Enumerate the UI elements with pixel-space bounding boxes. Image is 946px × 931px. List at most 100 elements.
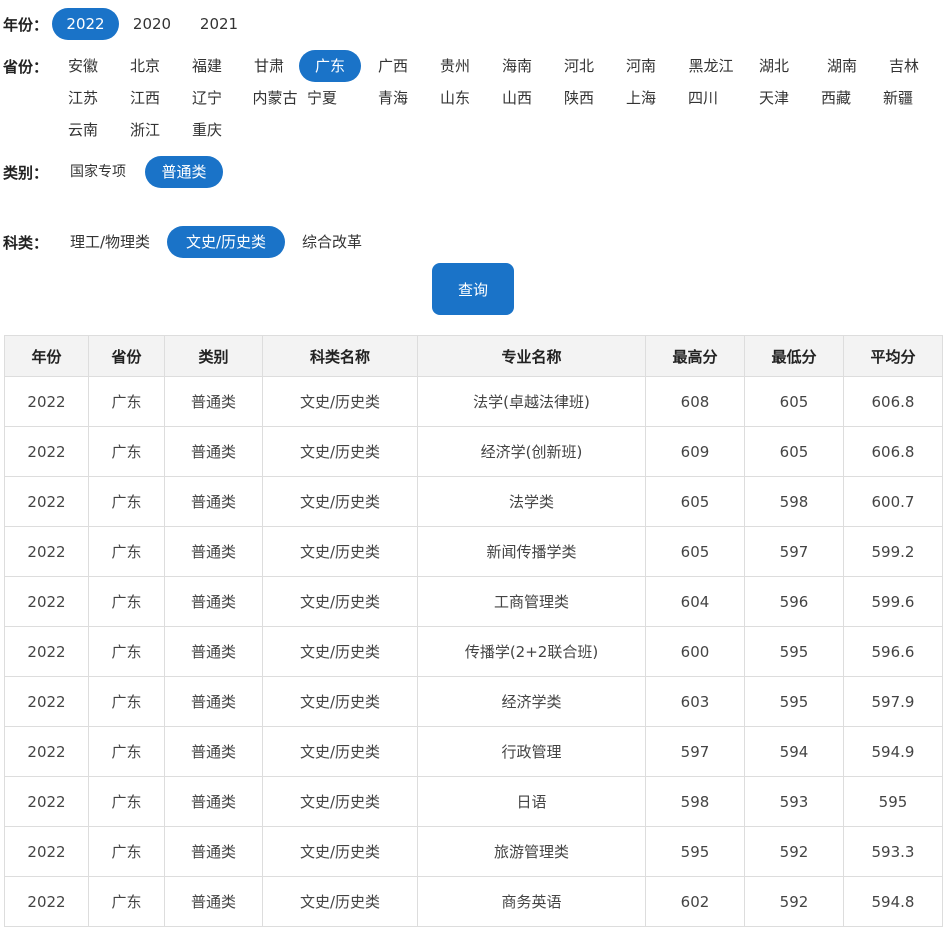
cell-subject: 文史/历史类 <box>262 776 418 827</box>
province-option-guangxi[interactable]: 广西 <box>370 50 416 82</box>
province-option-jilin[interactable]: 吉林 <box>875 50 933 82</box>
cell-category: 普通类 <box>164 526 263 577</box>
province-option-anhui[interactable]: 安徽 <box>60 50 106 82</box>
cell-max-score: 605 <box>645 476 745 527</box>
cell-province: 广东 <box>88 876 165 927</box>
cell-major: 传播学(2+2联合班) <box>417 626 646 677</box>
province-option-shanxi[interactable]: 山西 <box>494 82 540 114</box>
category-option-national[interactable]: 国家专项 <box>60 156 136 188</box>
cell-year: 2022 <box>4 426 89 477</box>
year-option-2022[interactable]: 2022 <box>52 8 119 40</box>
province-option-zhejiang[interactable]: 浙江 <box>122 114 168 146</box>
cell-min-score: 595 <box>744 676 844 727</box>
cell-year: 2022 <box>4 476 89 527</box>
cell-category: 普通类 <box>164 726 263 777</box>
cell-max-score: 598 <box>645 776 745 827</box>
cell-year: 2022 <box>4 876 89 927</box>
cell-avg-score: 595 <box>843 776 943 827</box>
province-option-hainan[interactable]: 海南 <box>494 50 540 82</box>
cell-major: 日语 <box>417 776 646 827</box>
cell-subject: 文史/历史类 <box>262 526 418 577</box>
province-option-yunnan[interactable]: 云南 <box>60 114 106 146</box>
cell-category: 普通类 <box>164 426 263 477</box>
province-option-neimenggu[interactable]: 内蒙古 <box>246 82 304 114</box>
cell-category: 普通类 <box>164 776 263 827</box>
province-option-hebei[interactable]: 河北 <box>556 50 602 82</box>
cell-major: 法学类 <box>417 476 646 527</box>
table-row: 2022 广东 普通类 文史/历史类 日语 598 593 595 <box>4 776 943 827</box>
province-option-sichuan[interactable]: 四川 <box>680 82 726 114</box>
cell-subject: 文史/历史类 <box>262 376 418 427</box>
year-option-2021[interactable]: 2021 <box>187 8 251 40</box>
filter-year-label: 年份： <box>3 16 49 34</box>
table-header-row: 年份 省份 类别 科类名称 专业名称 最高分 最低分 平均分 <box>4 335 943 377</box>
subject-option-reform[interactable]: 综合改革 <box>292 226 372 258</box>
cell-major: 经济学(创新班) <box>417 426 646 477</box>
province-option-liaoning[interactable]: 辽宁 <box>184 82 230 114</box>
cell-major: 行政管理 <box>417 726 646 777</box>
cell-year: 2022 <box>4 626 89 677</box>
category-option-regular[interactable]: 普通类 <box>145 156 223 188</box>
year-option-2020[interactable]: 2020 <box>121 8 183 40</box>
cell-province: 广东 <box>88 576 165 627</box>
cell-max-score: 595 <box>645 826 745 877</box>
province-option-shaanxi[interactable]: 陕西 <box>556 82 602 114</box>
cell-major: 商务英语 <box>417 876 646 927</box>
table-row: 2022 广东 普通类 文史/历史类 新闻传播学类 605 597 599.2 <box>4 526 943 577</box>
province-option-hunan[interactable]: 湖南 <box>813 50 871 82</box>
filter-province-label: 省份： <box>3 58 49 76</box>
province-option-tianjin[interactable]: 天津 <box>751 82 797 114</box>
filter-subject-label: 科类： <box>3 234 49 252</box>
province-option-guangdong[interactable]: 广东 <box>299 50 361 82</box>
subject-option-history[interactable]: 文史/历史类 <box>167 226 285 258</box>
cell-category: 普通类 <box>164 576 263 627</box>
province-option-beijing[interactable]: 北京 <box>122 50 168 82</box>
province-option-xizang[interactable]: 西藏 <box>813 82 859 114</box>
cell-province: 广东 <box>88 426 165 477</box>
cell-province: 广东 <box>88 476 165 527</box>
cell-min-score: 592 <box>744 876 844 927</box>
cell-max-score: 603 <box>645 676 745 727</box>
province-option-ningxia[interactable]: 宁夏 <box>299 82 345 114</box>
cell-min-score: 605 <box>744 376 844 427</box>
province-option-chongqing[interactable]: 重庆 <box>184 114 230 146</box>
province-option-guizhou[interactable]: 贵州 <box>432 50 478 82</box>
province-option-jiangsu[interactable]: 江苏 <box>60 82 106 114</box>
province-option-henan[interactable]: 河南 <box>618 50 664 82</box>
cell-subject: 文史/历史类 <box>262 576 418 627</box>
province-option-fujian[interactable]: 福建 <box>184 50 230 82</box>
query-button[interactable]: 查询 <box>432 263 514 315</box>
header-avg-score: 平均分 <box>843 335 943 377</box>
province-option-qinghai[interactable]: 青海 <box>370 82 416 114</box>
province-option-xinjiang[interactable]: 新疆 <box>875 82 921 114</box>
cell-max-score: 602 <box>645 876 745 927</box>
table-row: 2022 广东 普通类 文史/历史类 商务英语 602 592 594.8 <box>4 876 943 927</box>
province-option-shanghai[interactable]: 上海 <box>618 82 664 114</box>
province-option-heilongjiang[interactable]: 黑龙江 <box>680 50 742 82</box>
cell-subject: 文史/历史类 <box>262 426 418 477</box>
cell-min-score: 597 <box>744 526 844 577</box>
province-option-jiangxi[interactable]: 江西 <box>122 82 168 114</box>
cell-category: 普通类 <box>164 626 263 677</box>
cell-avg-score: 597.9 <box>843 676 943 727</box>
table-row: 2022 广东 普通类 文史/历史类 传播学(2+2联合班) 600 595 596.6 <box>4 626 943 677</box>
cell-major: 工商管理类 <box>417 576 646 627</box>
cell-year: 2022 <box>4 576 89 627</box>
province-option-hubei[interactable]: 湖北 <box>751 50 797 82</box>
cell-avg-score: 594.8 <box>843 876 943 927</box>
cell-avg-score: 599.6 <box>843 576 943 627</box>
cell-avg-score: 600.7 <box>843 476 943 527</box>
results-table: 年份 省份 类别 科类名称 专业名称 最高分 最低分 平均分 2022 广东 普通类… <box>4 335 943 927</box>
cell-avg-score: 599.2 <box>843 526 943 577</box>
cell-year: 2022 <box>4 776 89 827</box>
subject-option-science[interactable]: 理工/物理类 <box>60 226 160 258</box>
cell-avg-score: 594.9 <box>843 726 943 777</box>
province-option-shandong[interactable]: 山东 <box>432 82 478 114</box>
province-option-gansu[interactable]: 甘肃 <box>246 50 292 82</box>
cell-subject: 文史/历史类 <box>262 826 418 877</box>
cell-province: 广东 <box>88 526 165 577</box>
table-row: 2022 广东 普通类 文史/历史类 工商管理类 604 596 599.6 <box>4 576 943 627</box>
cell-province: 广东 <box>88 726 165 777</box>
cell-min-score: 598 <box>744 476 844 527</box>
table-row: 2022 广东 普通类 文史/历史类 法学类 605 598 600.7 <box>4 476 943 527</box>
